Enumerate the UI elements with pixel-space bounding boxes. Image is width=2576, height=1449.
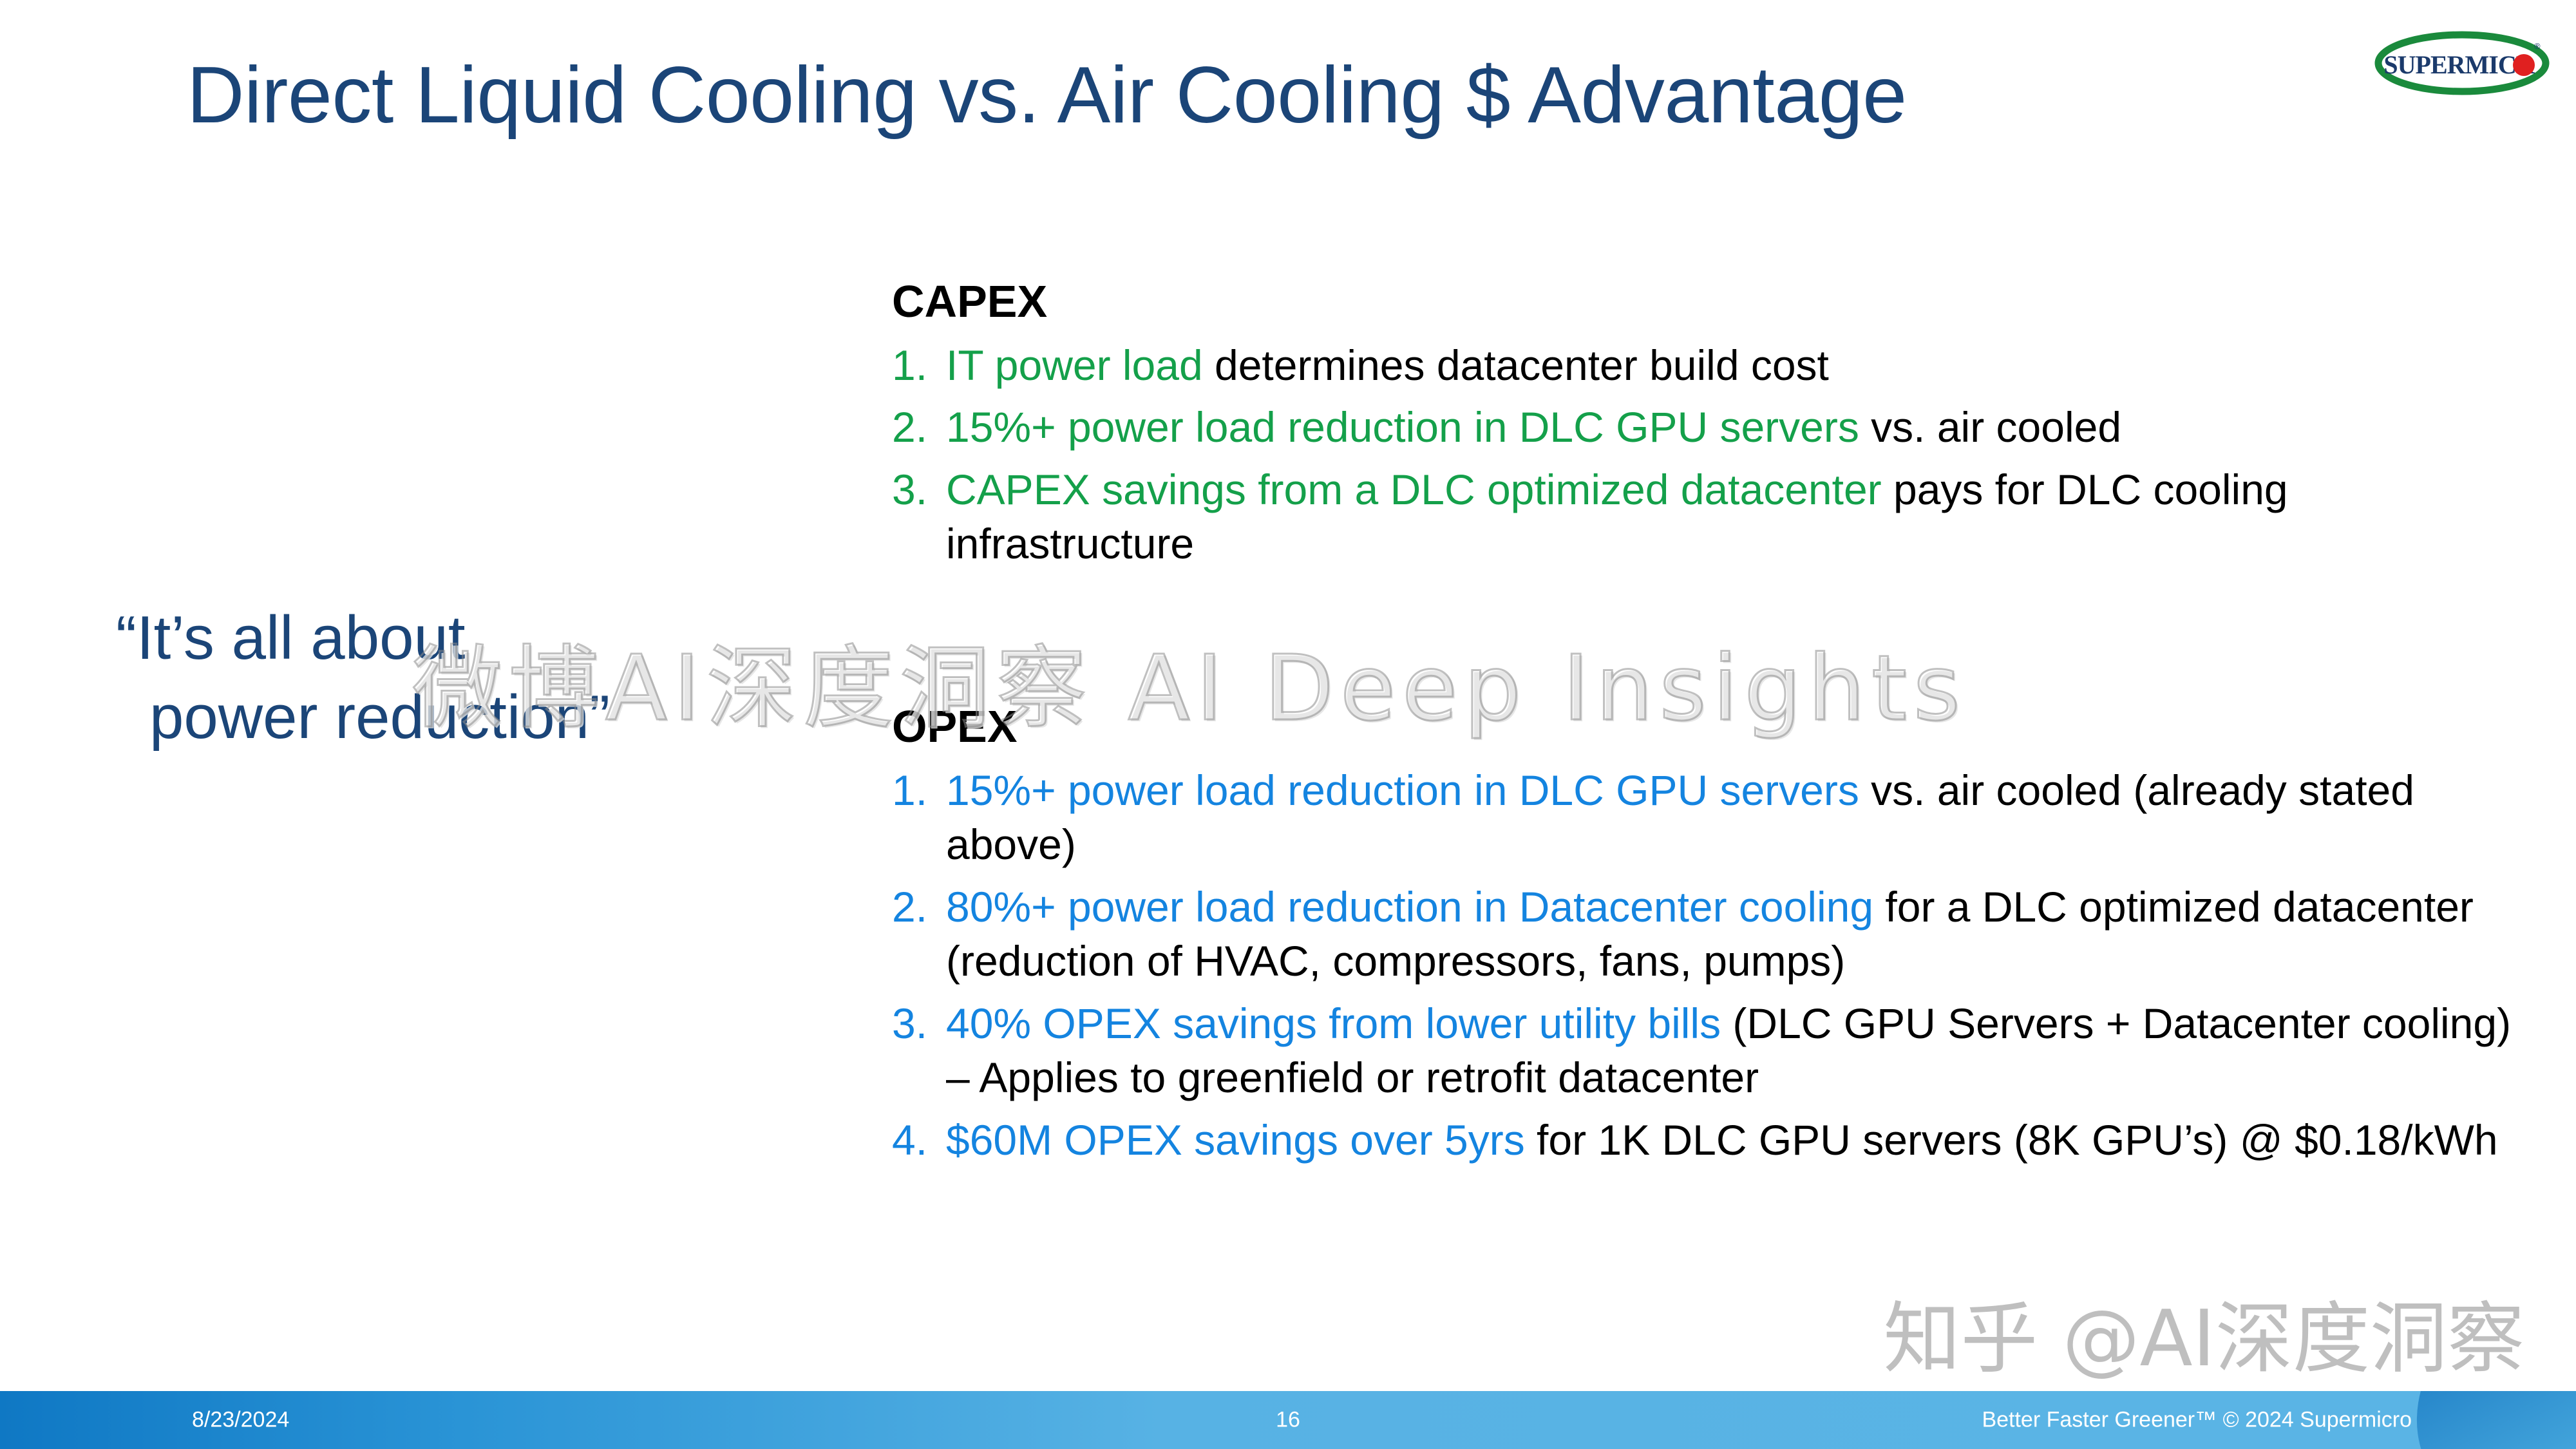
list-item-rest: for 1K DLC GPU servers (8K GPU’s) @ $0.1… bbox=[1524, 1115, 2498, 1164]
capex-heading: CAPEX bbox=[892, 276, 1048, 327]
list-item: 2. 15%+ power load reduction in DLC GPU s… bbox=[892, 400, 2515, 454]
list-marker: 1. bbox=[892, 341, 928, 389]
list-item: 1. 15%+ power load reduction in DLC GPU s… bbox=[892, 763, 2515, 872]
list-item: 4. $60M OPEX savings over 5yrs for 1K DLC… bbox=[892, 1113, 2515, 1167]
slide-footer: 8/23/2024 16 Better Faster Greener™ © 20… bbox=[0, 1391, 2576, 1449]
pull-quote: “It’s all about power reduction” bbox=[116, 599, 857, 757]
page-title: Direct Liquid Cooling vs. Air Cooling $ … bbox=[187, 51, 1907, 140]
list-marker: 3. bbox=[892, 465, 928, 513]
capex-section: CAPEX 1. IT power load determines datacen… bbox=[892, 277, 2515, 579]
list-item: 3. CAPEX savings from a DLC optimized dat… bbox=[892, 462, 2515, 571]
list-item: 1. IT power load determines datacenter bu… bbox=[892, 338, 2515, 392]
list-item-rest: vs. air cooled bbox=[1859, 403, 2122, 451]
supermicro-logo-icon: SUPERMICR ® bbox=[2374, 31, 2550, 95]
quote-line-1: “It’s all about bbox=[116, 603, 466, 672]
list-item: 2. 80%+ power load reduction in Datacente… bbox=[892, 880, 2515, 989]
list-marker: 2. bbox=[892, 882, 928, 931]
list-item-highlight: 40% OPEX savings from lower utility bill… bbox=[946, 999, 1721, 1047]
capex-list: 1. IT power load determines datacenter bu… bbox=[892, 338, 2515, 571]
list-item-rest: determines datacenter build cost bbox=[1202, 341, 1829, 389]
list-marker: 1. bbox=[892, 766, 928, 814]
list-marker: 3. bbox=[892, 999, 928, 1047]
svg-text:SUPERMICR: SUPERMICR bbox=[2383, 50, 2535, 79]
list-item: 3. 40% OPEX savings from lower utility bi… bbox=[892, 996, 2515, 1105]
footer-tagline: Better Faster Greener™ © 2024 Supermicro bbox=[1982, 1407, 2412, 1432]
list-marker: 2. bbox=[892, 403, 928, 451]
list-item-highlight: 15%+ power load reduction in DLC GPU ser… bbox=[946, 403, 1859, 451]
list-item-highlight: CAPEX savings from a DLC optimized datac… bbox=[946, 465, 1882, 513]
opex-section: OPEX 1. 15%+ power load reduction in DLC … bbox=[892, 702, 2515, 1175]
supermicro-logo: SUPERMICR ® bbox=[2370, 23, 2557, 100]
list-item-highlight: 15%+ power load reduction in DLC GPU ser… bbox=[946, 766, 1859, 814]
list-item-highlight: $60M OPEX savings over 5yrs bbox=[946, 1115, 1525, 1164]
list-marker: 4. bbox=[892, 1115, 928, 1164]
svg-text:®: ® bbox=[2534, 41, 2541, 51]
corner-watermark: 知乎 @AI深度洞察 bbox=[1883, 1294, 2524, 1384]
list-item-highlight: IT power load bbox=[946, 341, 1203, 389]
opex-list: 1. 15%+ power load reduction in DLC GPU s… bbox=[892, 763, 2515, 1167]
opex-heading: OPEX bbox=[892, 701, 1018, 752]
quote-line-2: power reduction” bbox=[149, 682, 611, 752]
slide-canvas: Direct Liquid Cooling vs. Air Cooling $ … bbox=[0, 0, 2576, 1449]
list-item-highlight: 80%+ power load reduction in Datacenter … bbox=[946, 882, 1874, 931]
